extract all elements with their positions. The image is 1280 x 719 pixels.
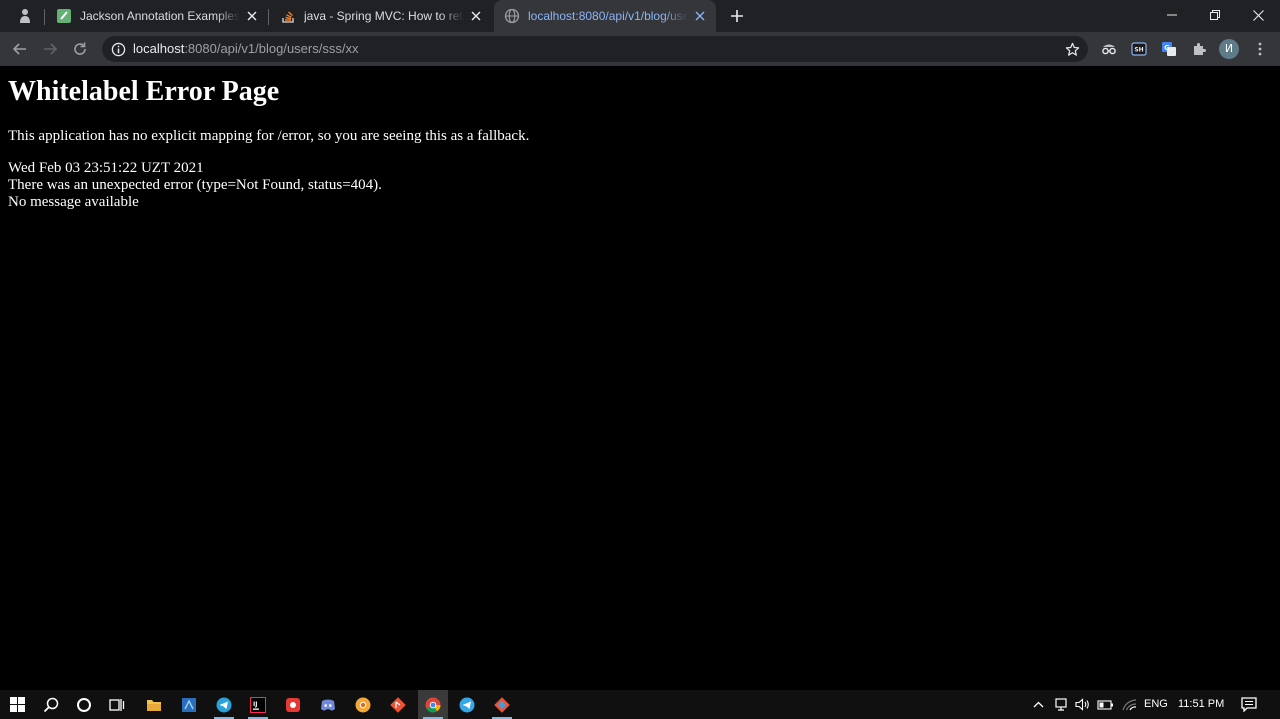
display-icon[interactable] [1052,690,1070,719]
tab-separator [44,9,45,25]
plus-icon [731,10,743,22]
minimize-icon [1167,14,1177,16]
discord-icon[interactable] [313,690,343,719]
tab-stackoverflow[interactable]: java - Spring MVC: How to return custom … [270,0,492,32]
tab-title: Jackson Annotation Examples | Baeldung [80,9,240,23]
screen-recorder-icon[interactable] [278,690,308,719]
chevron-up-icon[interactable] [1030,690,1046,719]
page-content: Whitelabel Error Page This application h… [0,66,1280,690]
cortana-icon[interactable] [69,690,99,719]
url-host: localhost [133,41,185,56]
error-status: There was an unexpected error (type=Not … [8,177,382,193]
close-tab-icon[interactable] [468,8,484,24]
spy-icon[interactable] [1100,40,1118,58]
clock[interactable]: 11:51 PM [1178,690,1224,719]
error-timestamp: Wed Feb 03 23:51:22 UZT 2021 [8,160,204,176]
error-message: No message available [8,194,139,210]
forward-button[interactable] [38,37,62,61]
arrow-right-icon [44,43,58,55]
browser-toolbar: localhost:8080/api/v1/blog/users/sss/xx … [0,32,1280,66]
new-tab-button[interactable] [726,5,748,27]
tab-strip: Jackson Annotation Examples | Baeldung j… [0,0,1280,32]
tab-separator [268,9,269,25]
globe-icon [504,8,520,24]
close-tab-icon[interactable] [692,8,708,24]
baeldung-icon [56,8,72,24]
chrome-canary-icon[interactable] [348,690,378,719]
search-icon[interactable] [36,690,66,719]
google-translate-icon[interactable]: G [1160,40,1178,58]
notification-center-icon[interactable] [1237,690,1261,719]
file-explorer-icon[interactable] [139,690,169,719]
telegram-desktop-icon[interactable] [452,690,482,719]
svg-text:SH: SH [1134,47,1143,54]
git-kraken-icon[interactable] [487,690,517,719]
tab-localhost[interactable]: localhost:8080/api/v1/blog/users/sss/xx [494,0,716,32]
url-text[interactable]: localhost:8080/api/v1/blog/users/sss/xx [133,41,358,57]
restore-icon [1210,10,1220,20]
url-path: :8080/api/v1/blog/users/sss/xx [184,41,359,56]
volume-icon[interactable] [1073,690,1091,719]
tab-title: localhost:8080/api/v1/blog/users/sss/xx [528,9,688,23]
address-bar[interactable]: localhost:8080/api/v1/blog/users/sss/xx [102,36,1088,62]
svg-text:G: G [1164,44,1170,52]
search-tabs-icon[interactable] [14,6,36,26]
tab-title: java - Spring MVC: How to return custom … [304,9,464,23]
menu-kebab-icon[interactable] [1251,40,1269,58]
git-icon[interactable] [383,690,413,719]
error-details: Wed Feb 03 23:51:22 UZT 2021 There was a… [8,160,382,211]
azure-data-studio-icon[interactable] [174,690,204,719]
restore-button[interactable] [1193,0,1237,30]
language-indicator[interactable]: ENG [1144,690,1168,719]
stackoverflow-icon [280,8,296,24]
profile-avatar[interactable]: И [1219,39,1239,59]
bookmark-star-icon[interactable] [1064,41,1080,57]
close-icon [1252,9,1264,21]
minimize-button[interactable] [1150,0,1194,30]
windows-start-icon[interactable] [2,690,32,719]
svg-text:IJ: IJ [253,701,257,708]
wifi-icon[interactable] [1120,690,1138,719]
arrow-left-icon [12,43,26,55]
task-view-icon[interactable] [102,690,132,719]
reload-icon [74,42,86,55]
puzzle-icon[interactable] [1190,40,1208,58]
tab-baeldung[interactable]: Jackson Annotation Examples | Baeldung [46,0,268,32]
intellij-icon[interactable]: IJ [243,690,273,719]
back-button[interactable] [8,37,32,61]
reload-button[interactable] [68,37,92,61]
windows-taskbar: IJ ENG 11:51 PM [0,690,1280,719]
telegram-icon[interactable] [209,690,239,719]
error-description: This application has no explicit mapping… [8,128,530,144]
info-icon[interactable] [110,41,126,57]
page-title: Whitelabel Error Page [8,76,280,107]
close-tab-icon[interactable] [244,8,260,24]
chrome-icon[interactable] [418,690,448,719]
close-window-button[interactable] [1236,0,1280,30]
battery-icon[interactable] [1096,690,1114,719]
translate-sh-icon[interactable]: SH [1130,40,1148,58]
